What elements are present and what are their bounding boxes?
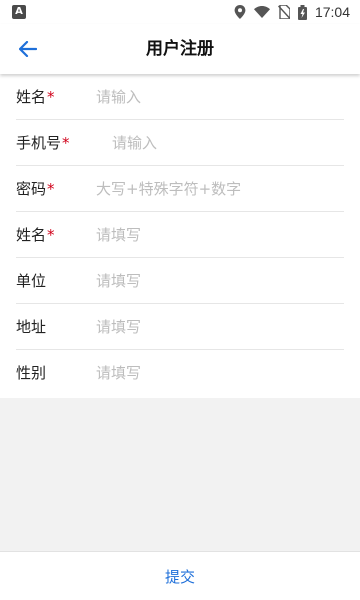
form-row-address: 地址 (0, 304, 360, 350)
required-mark: * (47, 88, 55, 106)
page-title: 用户注册 (146, 39, 214, 59)
unit-input[interactable] (96, 266, 344, 296)
arrow-left-icon (19, 41, 37, 57)
registration-form: 姓名* 手机号* 密码* 姓名* 单位 地址 性别 (0, 74, 360, 398)
address-input[interactable] (96, 312, 344, 342)
status-icons: 17:04 (234, 0, 350, 24)
form-row-unit: 单位 (0, 258, 360, 304)
field-label-text: 姓名 (16, 88, 47, 106)
required-mark: * (62, 134, 70, 152)
name-2-input[interactable] (96, 220, 344, 250)
field-label: 地址 (16, 304, 47, 350)
form-row-phone: 手机号* (0, 120, 360, 166)
notification-a-icon: A (12, 5, 26, 19)
field-label: 手机号* (16, 120, 70, 166)
field-label-text: 姓名 (16, 226, 47, 244)
name-input[interactable] (96, 82, 344, 112)
field-label: 单位 (16, 258, 47, 304)
clock: 17:04 (314, 4, 350, 20)
back-button[interactable] (10, 33, 46, 65)
field-label-text: 密码 (16, 180, 47, 198)
app-bar: 用户注册 (0, 24, 360, 74)
field-label-text: 性别 (16, 364, 47, 382)
submit-bar: 提交 (0, 551, 360, 600)
wifi-icon (253, 6, 270, 18)
submit-button[interactable]: 提交 (0, 552, 360, 600)
status-bar: A 17:04 (0, 0, 360, 24)
form-row-name: 姓名* (0, 74, 360, 120)
no-sim-icon (277, 5, 290, 19)
field-label-text: 地址 (16, 318, 47, 336)
form-row-gender: 性别 (0, 350, 360, 396)
required-mark: * (47, 226, 55, 244)
field-label: 密码* (16, 166, 55, 212)
gender-input[interactable] (96, 358, 344, 388)
field-label: 姓名* (16, 74, 55, 120)
field-label: 姓名* (16, 212, 55, 258)
field-label-text: 手机号 (16, 134, 62, 152)
field-label-text: 单位 (16, 272, 47, 290)
password-input[interactable] (96, 174, 344, 204)
form-row-password: 密码* (0, 166, 360, 212)
location-icon (234, 5, 246, 19)
phone-input[interactable] (112, 128, 344, 158)
required-mark: * (47, 180, 55, 198)
form-row-name-2: 姓名* (0, 212, 360, 258)
field-label: 性别 (16, 350, 47, 396)
battery-charging-icon (297, 4, 307, 20)
